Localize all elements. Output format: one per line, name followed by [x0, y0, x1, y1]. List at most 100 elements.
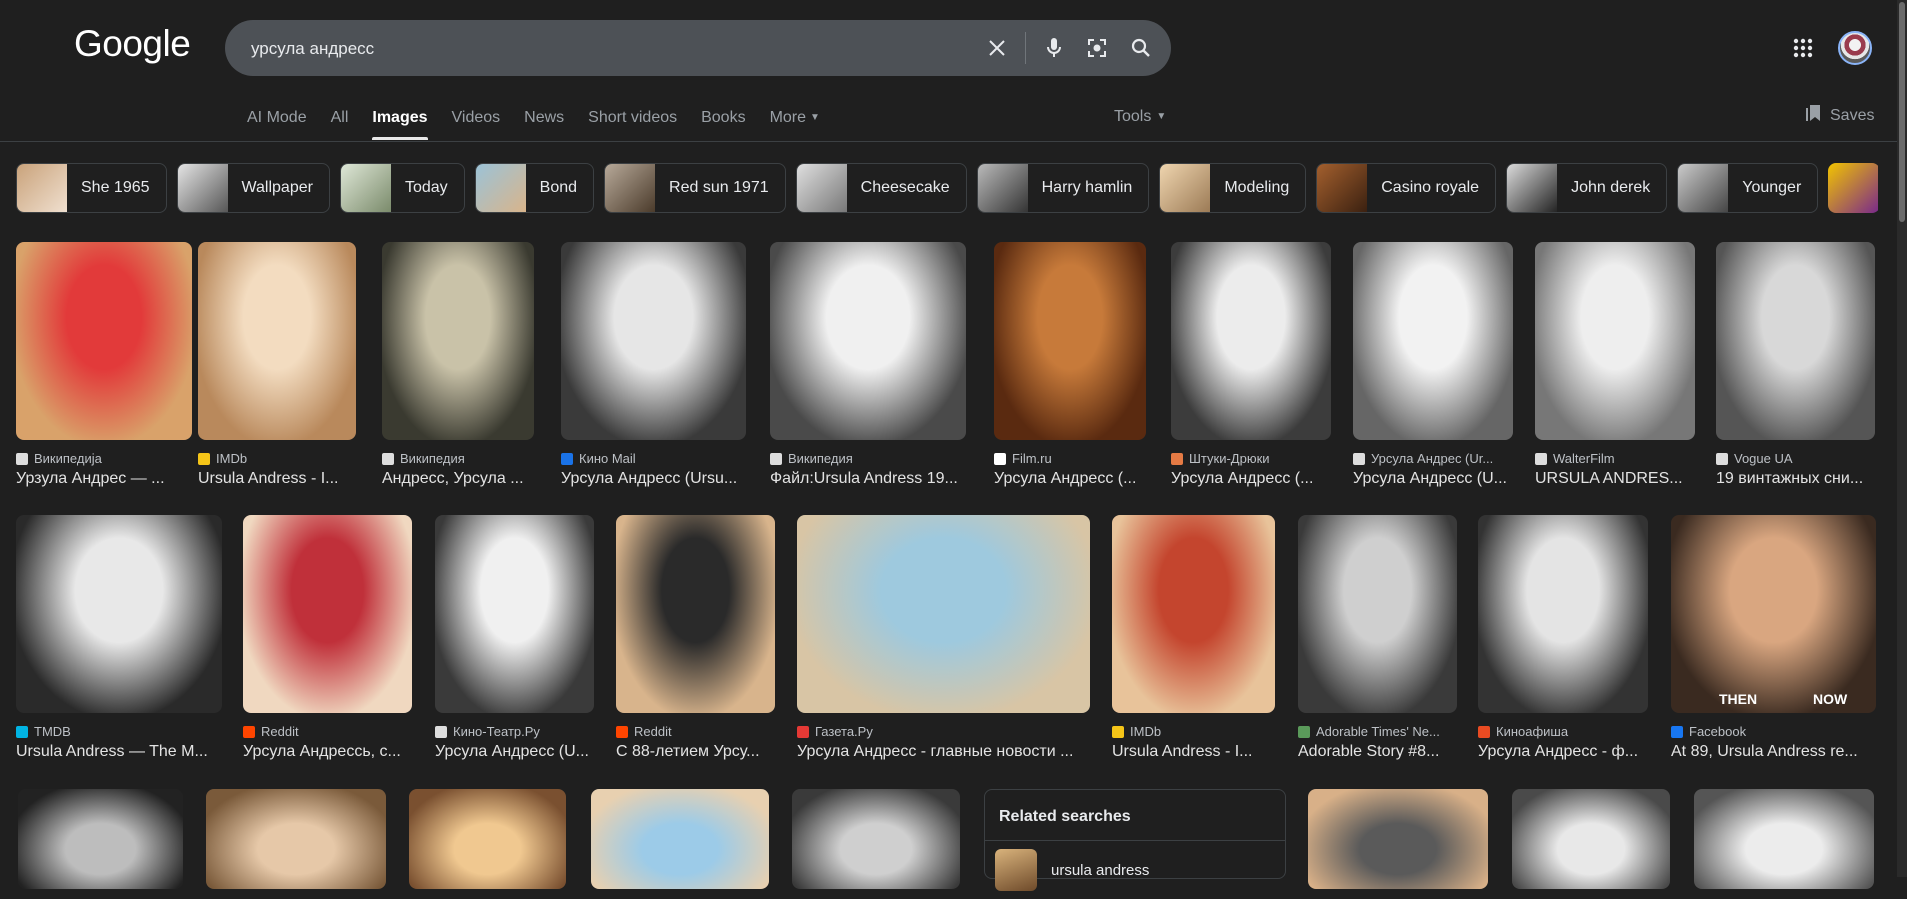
result-title[interactable]: Урсула Андресс (Ursu... — [561, 470, 746, 488]
result-image[interactable] — [561, 242, 746, 440]
tab-short-videos[interactable]: Short videos — [588, 108, 677, 140]
result-source[interactable]: Газета.Ру — [797, 724, 1090, 739]
chip-more-thumbnail[interactable] — [1828, 163, 1881, 213]
chip-cheesecake[interactable]: Cheesecake — [795, 163, 967, 213]
result-title[interactable]: Adorable Story #8... — [1298, 743, 1457, 761]
scrollbar-thumb[interactable] — [1899, 2, 1905, 222]
saves-button[interactable]: Saves — [1806, 104, 1874, 127]
image-result[interactable]: Википедия Андресс, Урсула ... — [382, 242, 534, 488]
result-title[interactable]: Урсула Андресс - ф... — [1478, 743, 1648, 761]
result-title[interactable]: Урсула Андресс (U... — [435, 743, 594, 761]
chip-wallpaper[interactable]: Wallpaper — [176, 163, 330, 213]
image-result[interactable]: Штуки-Дрюки Урсула Андресс (... — [1171, 242, 1331, 488]
chip-john-derek[interactable]: John derek — [1506, 163, 1668, 213]
image-result[interactable]: Reddit Урсула Андрессь, с... — [243, 515, 412, 761]
image-result[interactable]: Vogue UA 19 винтажных сни... — [1716, 242, 1875, 488]
apps-grid-icon[interactable] — [1791, 36, 1815, 60]
result-source[interactable]: Урсула Андрес (Ur... — [1353, 451, 1513, 466]
account-avatar[interactable] — [1838, 31, 1872, 65]
chip-harry-hamlin[interactable]: Harry hamlin — [976, 163, 1150, 213]
image-result[interactable]: IMDb Ursula Andress - I... — [198, 242, 356, 488]
image-result[interactable]: Википедија Урзула Андрес — ... — [16, 242, 192, 488]
result-source[interactable]: Штуки-Дрюки — [1171, 451, 1331, 466]
image-result[interactable]: WalterFilm URSULA ANDRES... — [1535, 242, 1695, 488]
result-image[interactable] — [435, 515, 594, 713]
result-image[interactable] — [1716, 242, 1875, 440]
image-result[interactable]: Киноафиша Урсула Андресс - ф... — [1478, 515, 1648, 761]
chip-modeling[interactable]: Modeling — [1159, 163, 1307, 213]
result-source[interactable]: Википедия — [382, 451, 534, 466]
tab-images[interactable]: Images — [372, 108, 428, 140]
result-source[interactable]: WalterFilm — [1535, 451, 1695, 466]
result-title[interactable]: Урзула Андрес — ... — [16, 470, 192, 488]
image-result[interactable]: Reddit С 88-летием Урсу... — [616, 515, 775, 761]
result-title[interactable]: Ursula Andress - I... — [198, 470, 356, 488]
result-source[interactable]: Reddit — [616, 724, 775, 739]
image-result[interactable] — [18, 789, 183, 889]
result-source[interactable]: Кино-Театр.Ру — [435, 724, 594, 739]
result-source[interactable]: Кино Mail — [561, 451, 746, 466]
result-source[interactable]: Facebook — [1671, 724, 1876, 739]
result-image[interactable] — [1353, 242, 1513, 440]
result-source[interactable]: IMDb — [198, 451, 356, 466]
result-title[interactable]: Урсула Андресс (... — [994, 470, 1146, 488]
result-source[interactable]: Vogue UA — [1716, 451, 1875, 466]
image-result[interactable] — [1512, 789, 1670, 889]
result-title[interactable]: 19 винтажных сни... — [1716, 470, 1875, 488]
clear-icon[interactable] — [985, 36, 1009, 60]
result-source[interactable]: Киноафиша — [1478, 724, 1648, 739]
image-result[interactable]: Кино-Театр.Ру Урсула Андресс (U... — [435, 515, 594, 761]
image-result[interactable]: Урсула Андрес (Ur... Урсула Андресс (U... — [1353, 242, 1513, 488]
result-image[interactable] — [770, 242, 966, 440]
tab-ai-mode[interactable]: AI Mode — [247, 108, 307, 140]
result-title[interactable]: URSULA ANDRES... — [1535, 470, 1695, 488]
chip-red-sun-1971[interactable]: Red sun 1971 — [604, 163, 786, 213]
result-image[interactable] — [16, 515, 222, 713]
result-image[interactable] — [797, 515, 1090, 713]
image-result[interactable]: TMDB Ursula Andress — The M... — [16, 515, 222, 761]
search-icon[interactable] — [1129, 36, 1153, 60]
tab-books[interactable]: Books — [701, 108, 745, 140]
chip-she-1965[interactable]: She 1965 — [16, 163, 167, 213]
search-input[interactable] — [249, 20, 953, 78]
result-image[interactable]: THEN NOW — [1671, 515, 1876, 713]
image-result[interactable]: IMDb Ursula Andress - I... — [1112, 515, 1275, 761]
result-image[interactable] — [1535, 242, 1695, 440]
result-image[interactable] — [1112, 515, 1275, 713]
result-title[interactable]: At 89, Ursula Andress re... — [1671, 743, 1876, 761]
result-title[interactable]: Урсула Андресс (U... — [1353, 470, 1513, 488]
image-result[interactable]: Википедия Файл:Ursula Andress 19... — [770, 242, 966, 488]
image-result[interactable]: THEN NOW Facebook At 89, Ursula Andress re.… — [1671, 515, 1876, 761]
result-title[interactable]: С 88-летием Урсу... — [616, 743, 775, 761]
related-search-item[interactable]: ursula andress — [985, 841, 1285, 899]
result-title[interactable]: Ursula Andress — The M... — [16, 743, 222, 761]
result-source[interactable]: IMDb — [1112, 724, 1275, 739]
image-result[interactable] — [591, 789, 769, 889]
page-scrollbar[interactable] — [1897, 0, 1907, 877]
result-image[interactable] — [198, 242, 356, 440]
chip-younger[interactable]: Younger — [1677, 163, 1819, 213]
chip-casino-royale[interactable]: Casino royale — [1316, 163, 1497, 213]
image-result[interactable]: Газета.Ру Урсула Андресс - главные новост… — [797, 515, 1090, 761]
result-title[interactable]: Урсула Андрессь, с... — [243, 743, 412, 761]
image-result[interactable]: Adorable Times' Ne... Adorable Story #8..… — [1298, 515, 1457, 761]
image-result[interactable] — [206, 789, 386, 889]
google-logo[interactable]: Google — [74, 23, 191, 65]
result-title[interactable]: Урсула Андресс - главные новости ... — [797, 743, 1090, 761]
result-source[interactable]: TMDB — [16, 724, 222, 739]
result-source[interactable]: Film.ru — [994, 451, 1146, 466]
image-result[interactable] — [1694, 789, 1874, 889]
chip-today[interactable]: Today — [339, 163, 465, 213]
result-image[interactable] — [1478, 515, 1648, 713]
microphone-icon[interactable] — [1042, 36, 1066, 60]
result-image[interactable] — [616, 515, 775, 713]
image-result[interactable]: Кино Mail Урсула Андресс (Ursu... — [561, 242, 746, 488]
image-result[interactable] — [792, 789, 960, 889]
tab-news[interactable]: News — [524, 108, 564, 140]
result-image[interactable] — [382, 242, 534, 440]
result-image[interactable] — [994, 242, 1146, 440]
result-source[interactable]: Википедија — [16, 451, 192, 466]
tab-videos[interactable]: Videos — [452, 108, 501, 140]
tab-more[interactable]: More ▼ — [770, 108, 820, 140]
result-title[interactable]: Файл:Ursula Andress 19... — [770, 470, 966, 488]
